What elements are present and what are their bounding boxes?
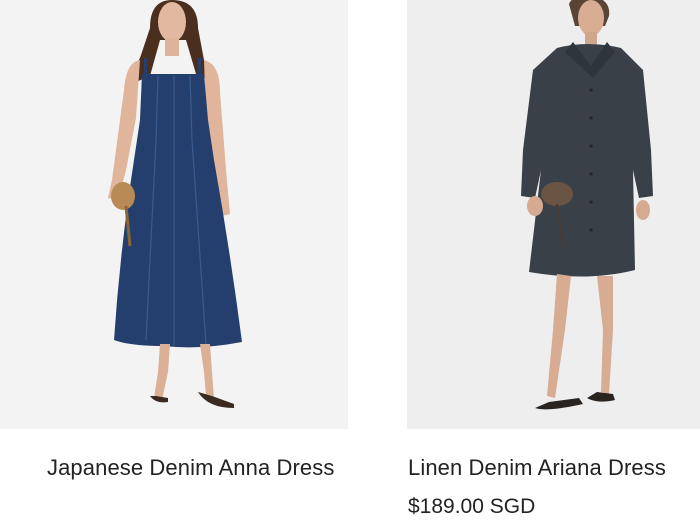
- product-title[interactable]: Linen Denim Ariana Dress: [408, 449, 700, 486]
- product-card-linen-denim-ariana[interactable]: Linen Denim Ariana Dress $189.00 SGD: [407, 0, 700, 518]
- product-price: $189.00 SGD: [408, 495, 536, 518]
- product-image[interactable]: [407, 0, 700, 429]
- product-image[interactable]: [0, 0, 348, 429]
- product-title[interactable]: Japanese Denim Anna Dress: [47, 449, 337, 486]
- product-card-japanese-denim-anna[interactable]: Japanese Denim Anna Dress: [0, 0, 348, 480]
